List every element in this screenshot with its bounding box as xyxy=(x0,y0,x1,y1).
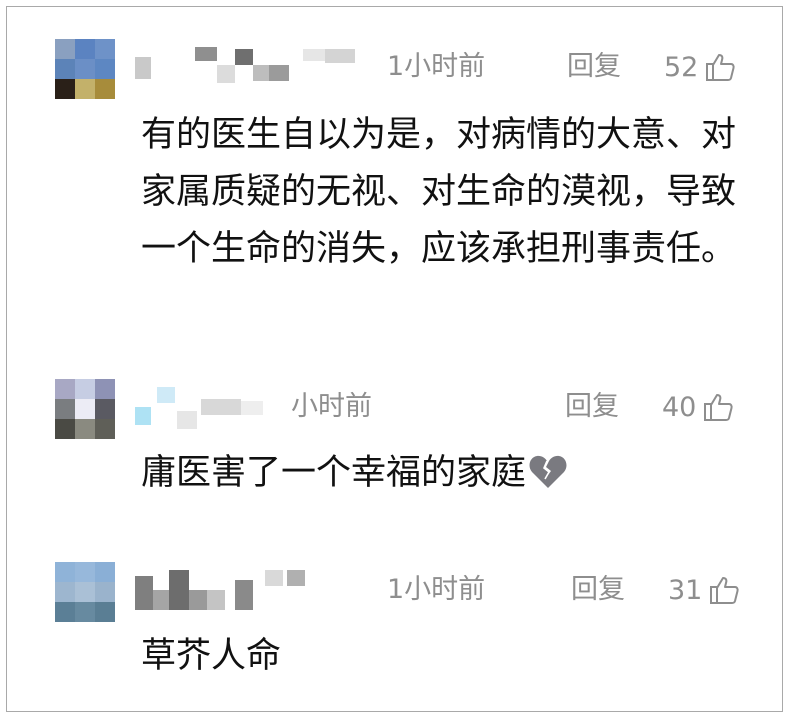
avatar-pixel xyxy=(55,79,75,99)
thumbs-up-icon xyxy=(710,577,739,604)
name-mosaic-block xyxy=(207,590,225,610)
username-blurred[interactable] xyxy=(135,47,355,87)
avatar-pixel xyxy=(75,562,95,582)
avatar-pixel xyxy=(95,379,115,399)
name-mosaic-block xyxy=(269,65,289,81)
avatar-pixel xyxy=(95,79,115,99)
avatar-pixel xyxy=(75,399,95,419)
avatar-pixel xyxy=(75,602,95,622)
name-mosaic-block xyxy=(287,570,305,586)
name-mosaic-block xyxy=(177,411,197,429)
name-mosaic-block xyxy=(157,387,175,403)
avatar-pixel xyxy=(95,582,115,602)
like-button[interactable]: 40 xyxy=(662,391,734,423)
comment-time: 小时前 xyxy=(291,391,372,422)
avatar-pixel xyxy=(75,379,95,399)
name-mosaic-block xyxy=(235,580,253,610)
like-count: 31 xyxy=(668,574,703,606)
comment-text: 草芥人命 xyxy=(141,636,282,676)
avatar[interactable] xyxy=(55,562,115,622)
thumbs-up-icon xyxy=(704,394,733,421)
avatar-pixel xyxy=(95,59,115,79)
avatar-pixel xyxy=(55,562,75,582)
comment-time: 1小时前 xyxy=(387,574,486,605)
avatar-pixel xyxy=(75,79,95,99)
avatar-pixel xyxy=(95,399,115,419)
reply-button[interactable]: 回复 xyxy=(565,393,619,420)
like-count: 40 xyxy=(662,391,697,423)
avatar-pixel xyxy=(75,582,95,602)
name-mosaic-block xyxy=(253,65,269,81)
broken-heart-icon xyxy=(529,455,567,488)
comment-list: 1小时前 回复 52 有的医生自以为是，对病情的大意、对家属质疑的无视、对生命的… xyxy=(6,6,783,712)
avatar-pixel xyxy=(55,39,75,59)
reply-button[interactable]: 回复 xyxy=(567,53,621,80)
name-mosaic-block xyxy=(265,570,283,586)
name-mosaic-block xyxy=(135,57,151,79)
avatar[interactable] xyxy=(55,39,115,99)
name-mosaic-block xyxy=(241,401,263,415)
name-mosaic-block xyxy=(303,49,325,61)
avatar[interactable] xyxy=(55,379,115,439)
comment-text: 有的医生自以为是，对病情的大意、对家属质疑的无视、对生命的漠视，导致一个生命的消… xyxy=(141,115,737,269)
avatar-pixel xyxy=(75,419,95,439)
avatar-pixel xyxy=(75,39,95,59)
comment-text: 庸医害了一个幸福的家庭 xyxy=(141,445,568,502)
avatar-pixel xyxy=(55,59,75,79)
avatar-pixel xyxy=(55,379,75,399)
avatar-pixel xyxy=(95,602,115,622)
name-mosaic-block xyxy=(135,576,153,610)
name-mosaic-block xyxy=(169,570,189,610)
username-blurred[interactable] xyxy=(135,387,263,429)
like-button[interactable]: 52 xyxy=(664,51,736,83)
avatar-pixel xyxy=(55,419,75,439)
name-mosaic-block xyxy=(201,399,241,415)
avatar-pixel xyxy=(55,602,75,622)
reply-button[interactable]: 回复 xyxy=(571,576,625,603)
like-button[interactable]: 31 xyxy=(668,574,740,606)
comment-text-content: 庸医害了一个幸福的家庭 xyxy=(141,453,527,493)
avatar-pixel xyxy=(95,419,115,439)
avatar-pixel xyxy=(55,399,75,419)
name-mosaic-block xyxy=(235,49,253,65)
name-mosaic-block xyxy=(153,590,169,610)
name-mosaic-block xyxy=(135,407,151,425)
name-mosaic-block xyxy=(189,590,207,610)
like-count: 52 xyxy=(664,51,699,83)
username-blurred[interactable] xyxy=(135,570,305,610)
avatar-pixel xyxy=(75,59,95,79)
avatar-pixel xyxy=(95,39,115,59)
name-mosaic-block xyxy=(325,49,355,63)
avatar-pixel xyxy=(95,562,115,582)
thumbs-up-icon xyxy=(706,54,735,81)
avatar-pixel xyxy=(55,582,75,602)
comment-time: 1小时前 xyxy=(387,51,486,82)
name-mosaic-block xyxy=(195,47,217,61)
name-mosaic-block xyxy=(217,65,235,83)
